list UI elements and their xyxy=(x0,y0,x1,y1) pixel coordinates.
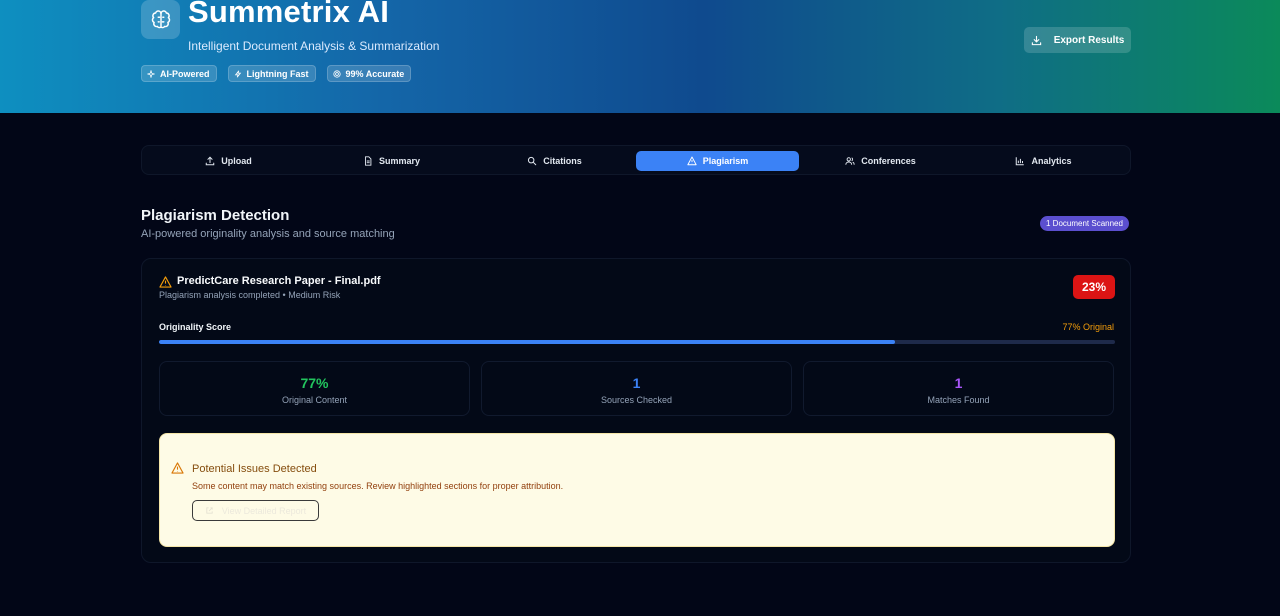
feature-badges: AI-Powered Lightning Fast 99% Accurate xyxy=(141,65,412,82)
app-subtitle: Intelligent Document Analysis & Summariz… xyxy=(188,39,440,53)
stat-matches-found: 1 Matches Found xyxy=(803,361,1114,416)
export-label: Export Results xyxy=(1053,34,1125,46)
hero-header: Summetrix AI Intelligent Document Analys… xyxy=(0,0,1280,113)
stat-label: Original Content xyxy=(281,395,348,405)
similarity-badge: 23% xyxy=(1073,275,1115,299)
alert-text: Some content may match existing sources.… xyxy=(192,481,564,491)
page-title: Plagiarism Detection xyxy=(141,207,290,224)
plagiarism-result-card: PredictCare Research Paper - Final.pdf P… xyxy=(141,258,1131,563)
upload-icon xyxy=(206,156,215,166)
tab-plagiarism[interactable]: Plagiarism xyxy=(636,151,799,171)
stat-value: 1 xyxy=(632,375,641,391)
tab-label: Analytics xyxy=(1031,156,1072,166)
brain-icon xyxy=(141,0,180,39)
originality-progress-fill xyxy=(159,340,896,344)
view-detailed-report-button[interactable]: View Detailed Report xyxy=(192,500,319,521)
download-icon xyxy=(1031,35,1041,45)
tab-label: Summary xyxy=(378,156,421,166)
originality-score-label: Originality Score xyxy=(159,322,232,332)
document-icon xyxy=(365,156,372,166)
badge-label: 99% Accurate xyxy=(345,68,405,79)
users-icon xyxy=(845,157,855,165)
warning-icon xyxy=(159,276,172,288)
tab-label: Citations xyxy=(543,156,582,166)
document-title: PredictCare Research Paper - Final.pdf xyxy=(177,275,381,287)
badge-label: Lightning Fast xyxy=(246,68,309,79)
export-results-button[interactable]: Export Results xyxy=(1024,27,1131,53)
target-icon xyxy=(332,69,341,78)
lightning-icon xyxy=(234,70,241,77)
sparkles-icon xyxy=(147,69,155,78)
stat-original-content: 77% Original Content xyxy=(159,361,470,416)
alert-title: Potential Issues Detected xyxy=(192,463,317,475)
badge-label: AI-Powered xyxy=(160,68,210,79)
scan-count-badge: 1 Document Scanned xyxy=(1040,216,1129,231)
issues-alert: Potential Issues Detected Some content m… xyxy=(159,433,1115,547)
document-status: Plagiarism analysis completed • Medium R… xyxy=(159,290,341,300)
badge-lightning-fast: Lightning Fast xyxy=(227,65,316,82)
page-subtitle: AI-powered originality analysis and sour… xyxy=(141,228,395,240)
tab-analytics[interactable]: Analytics xyxy=(962,151,1125,171)
originality-progress-bar xyxy=(159,340,1115,344)
tab-label: Plagiarism xyxy=(702,156,749,166)
stat-value: 1 xyxy=(954,375,963,391)
bar-chart-icon xyxy=(1016,157,1025,166)
stat-value: 77% xyxy=(300,375,329,391)
stat-label: Sources Checked xyxy=(600,395,673,405)
originality-score-value: 77% Original xyxy=(1062,322,1114,332)
tab-citations[interactable]: Citations xyxy=(473,151,636,171)
tab-label: Conferences xyxy=(861,156,916,166)
tab-upload[interactable]: Upload xyxy=(147,151,310,171)
stat-label: Matches Found xyxy=(927,395,990,405)
badge-accurate: 99% Accurate xyxy=(326,65,412,82)
tab-bar: Upload Summary Citations Plagiarism Conf… xyxy=(141,145,1131,175)
tab-label: Upload xyxy=(221,156,252,166)
app-title: Summetrix AI xyxy=(188,0,390,29)
tab-conferences[interactable]: Conferences xyxy=(799,151,962,171)
report-button-label: View Detailed Report xyxy=(221,505,307,516)
stat-sources-checked: 1 Sources Checked xyxy=(481,361,792,416)
search-icon xyxy=(528,156,537,166)
warning-icon xyxy=(171,462,184,474)
external-link-icon xyxy=(206,507,213,514)
badge-ai-powered: AI-Powered xyxy=(141,65,217,82)
warning-icon xyxy=(687,156,697,166)
tab-summary[interactable]: Summary xyxy=(310,151,473,171)
